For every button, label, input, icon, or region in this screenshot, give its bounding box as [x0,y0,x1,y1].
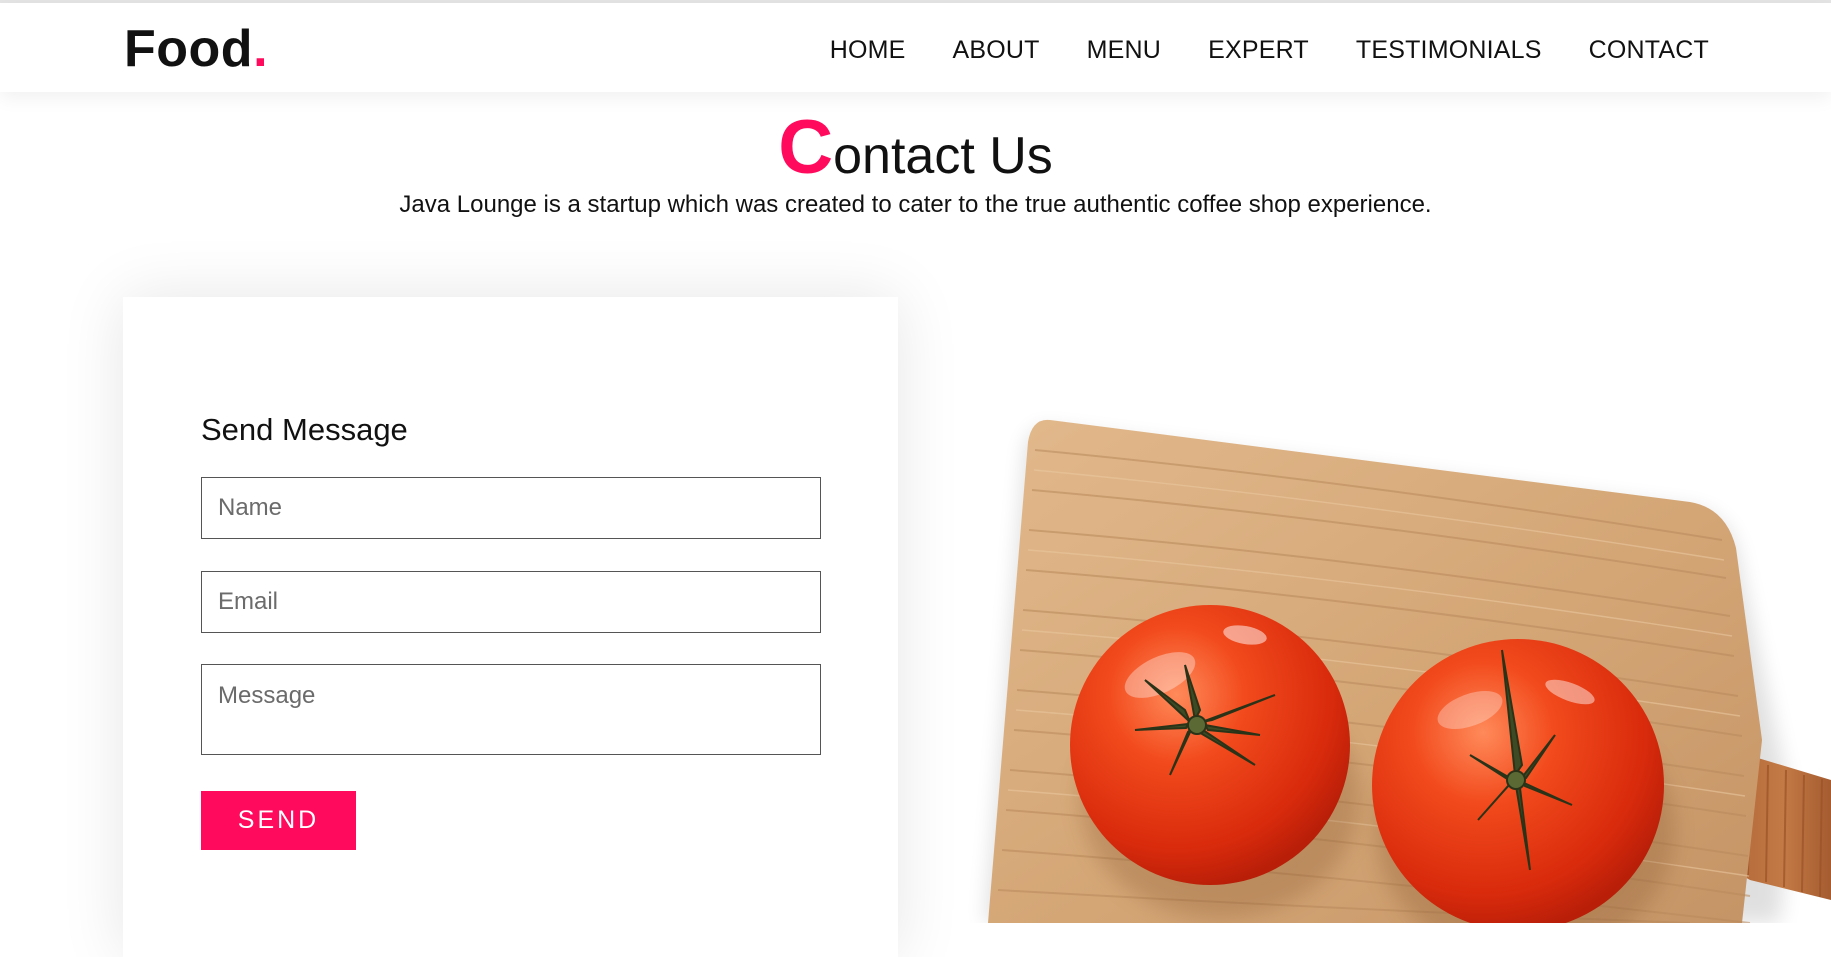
navbar: Food. HOME ABOUT MENU EXPERT TESTIMONIAL… [0,3,1831,92]
title-initial: C [778,105,834,190]
nav-about[interactable]: ABOUT [953,36,1040,65]
message-input[interactable] [201,664,821,755]
form-title: Send Message [201,412,408,447]
site-logo[interactable]: Food. [124,19,268,79]
nav-menu[interactable]: MENU [1087,36,1161,65]
main-nav: HOME ABOUT MENU EXPERT TESTIMONIALS CONT… [830,36,1709,65]
logo-text: Food [124,20,254,78]
name-input[interactable] [201,477,821,539]
section-subtitle: Java Lounge is a startup which was creat… [399,191,1432,218]
logo-dot: . [253,20,269,78]
contact-form-card: Send Message SEND [123,297,898,957]
nav-home[interactable]: HOME [830,36,906,65]
nav-contact[interactable]: CONTACT [1589,36,1709,65]
email-input[interactable] [201,571,821,633]
send-button[interactable]: SEND [201,791,356,850]
title-rest: ontact Us [833,127,1053,185]
section-title: Contact Us [0,104,1831,191]
tomatoes-cutting-board-image [985,419,1831,923]
nav-expert[interactable]: EXPERT [1208,36,1309,65]
nav-testimonials[interactable]: TESTIMONIALS [1356,36,1542,65]
